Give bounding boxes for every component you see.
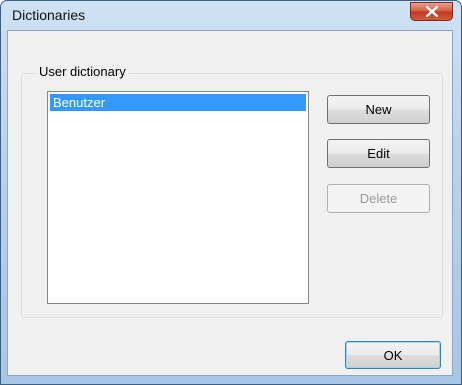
ok-button[interactable]: OK bbox=[345, 341, 441, 369]
close-button[interactable] bbox=[410, 2, 453, 21]
window-title: Dictionaries bbox=[12, 7, 86, 23]
new-button[interactable]: New bbox=[327, 95, 430, 124]
edit-button[interactable]: Edit bbox=[327, 139, 430, 168]
list-item-selected[interactable]: Benutzer bbox=[50, 94, 306, 111]
delete-button[interactable]: Delete bbox=[327, 184, 430, 213]
title-bar[interactable]: Dictionaries bbox=[1, 1, 461, 31]
dictionary-list[interactable]: Benutzer bbox=[47, 91, 309, 304]
group-label: User dictionary bbox=[36, 64, 129, 79]
close-icon bbox=[426, 6, 438, 17]
